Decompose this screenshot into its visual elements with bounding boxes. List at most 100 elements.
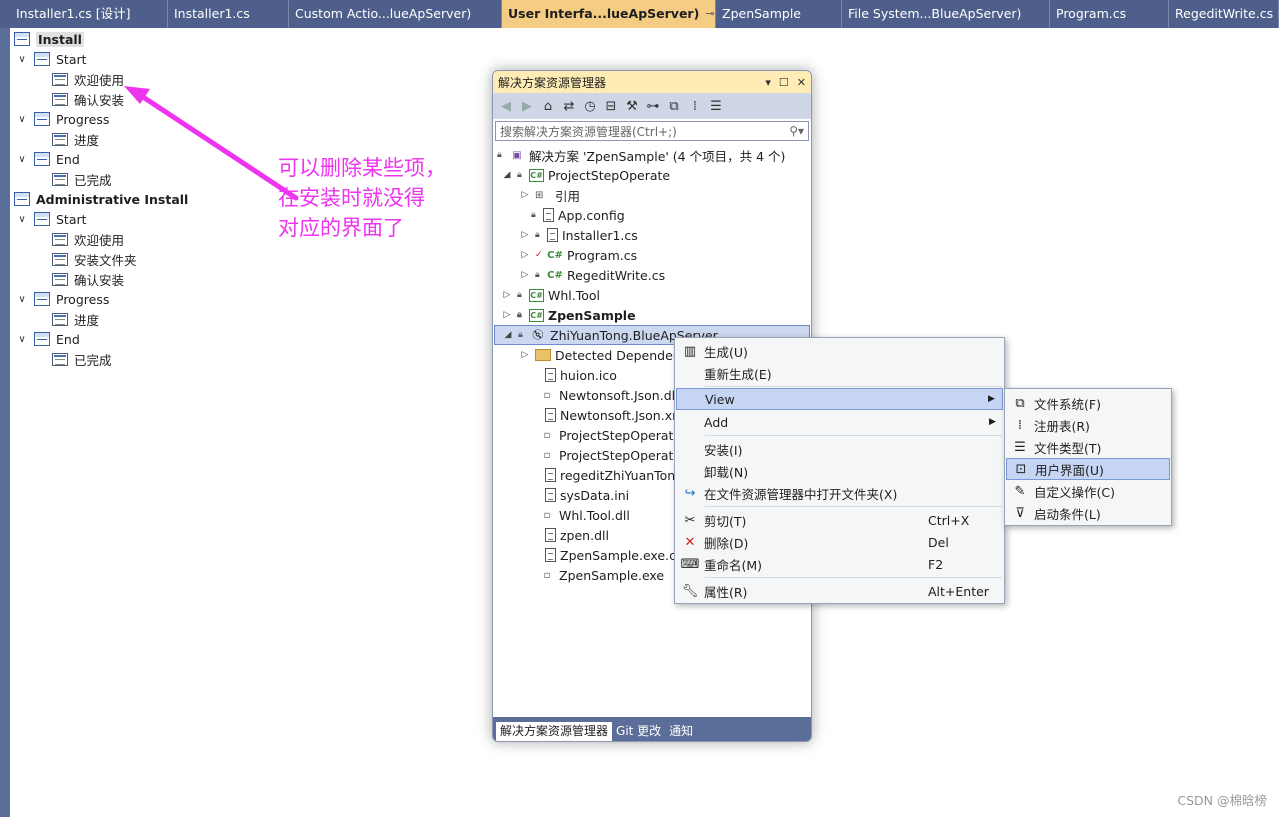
submenu-arrow-icon: ▶ xyxy=(988,394,995,404)
tree-row-file[interactable]: Newtonsoft.Json.xml xyxy=(545,405,688,425)
filesystem-icon[interactable]: ⧉ xyxy=(666,99,682,114)
menu-item-rebuild[interactable]: 重新生成(E) xyxy=(676,362,1003,384)
lock-icon: 🔒︎ xyxy=(518,330,523,340)
switch-views-icon[interactable]: ⇄ xyxy=(561,99,577,114)
assembly-icon: ▫︎ xyxy=(543,569,551,581)
csharp-project-icon: C# xyxy=(529,308,544,322)
menu-item-build[interactable]: ▥ 生成(U) xyxy=(676,340,1003,362)
row-label: Newtonsoft.Json.xml xyxy=(560,407,688,423)
menu-separator xyxy=(705,506,1002,507)
tab-solution-explorer[interactable]: 解决方案资源管理器 xyxy=(496,722,613,741)
build-icon: ▥ xyxy=(683,343,697,359)
chevron-right-icon[interactable]: ▷ xyxy=(519,270,531,280)
menu-item-add[interactable]: Add ▶ xyxy=(676,411,1003,433)
chevron-right-icon[interactable]: ▷ xyxy=(501,310,513,320)
menu-item-view[interactable]: View ▶ xyxy=(676,388,1003,410)
dropdown-icon[interactable]: ▾ xyxy=(765,76,771,89)
menu-label: View xyxy=(705,391,735,407)
tree-row-file[interactable]: ▷ 🔒︎ C# RegeditWrite.cs xyxy=(519,265,666,285)
file-icon xyxy=(545,468,556,482)
properties-icon[interactable]: ⚒ xyxy=(624,99,640,114)
tree-row-file[interactable]: ▫︎ ProjectStepOperate xyxy=(539,425,681,445)
tree-row-file[interactable]: ▫︎ Whl.Tool.dll xyxy=(539,505,630,525)
chevron-right-icon[interactable]: ▷ xyxy=(519,190,531,200)
tree-row-file[interactable]: huion.ico xyxy=(545,365,617,385)
tree-row-solution[interactable]: 🔒︎ ▣ 解决方案 'ZpenSample' (4 个项目，共 4 个) xyxy=(497,145,785,165)
submenu-item-launch-conditions[interactable]: ⊽ 启动条件(L) xyxy=(1006,502,1170,524)
tree-row-project[interactable]: ◢ 🔒︎ C# ProjectStepOperate xyxy=(501,165,671,185)
menu-item-delete[interactable]: ✕ 删除(D) Del xyxy=(676,531,1003,553)
tree-row-file[interactable]: ▷ ✓ C# Program.cs xyxy=(519,245,638,265)
tree-row-file[interactable]: 🔒︎ App.config xyxy=(531,205,625,225)
tree-row-file[interactable]: sysData.ini xyxy=(545,485,629,505)
submenu-item-custom-actions[interactable]: ✎ 自定义操作(C) xyxy=(1006,480,1170,502)
tree-row-file[interactable]: regeditZhiYuanTong xyxy=(545,465,683,485)
menu-label: 生成(U) xyxy=(704,344,748,360)
csharp-file-icon: C# xyxy=(547,249,563,261)
shortcut-label: Del xyxy=(928,534,949,550)
tree-row-project[interactable]: ▷ 🔒︎ C# ZpenSample xyxy=(501,305,636,325)
chevron-expanded-icon[interactable]: ◢ xyxy=(501,170,513,180)
row-label: sysData.ini xyxy=(560,487,630,503)
chevron-right-icon[interactable]: ▷ xyxy=(519,350,531,360)
filesystem-icon: ⧉ xyxy=(1015,395,1025,411)
search-icon[interactable]: ⚲▾ xyxy=(789,124,804,138)
row-label: ProjectStepOperate xyxy=(559,427,682,443)
row-label: RegeditWrite.cs xyxy=(567,267,666,283)
chevron-right-icon[interactable]: ▷ xyxy=(501,290,513,300)
lock-icon: 🔒︎ xyxy=(517,310,522,320)
file-icon xyxy=(545,368,556,382)
search-placeholder: 搜索解决方案资源管理器(Ctrl+;) xyxy=(500,124,677,139)
filetypes-icon[interactable]: ☰ xyxy=(708,99,724,114)
tab-git-changes[interactable]: Git 更改 xyxy=(612,722,665,741)
row-label: regeditZhiYuanTong xyxy=(560,467,684,483)
file-icon xyxy=(545,488,556,502)
preview-icon[interactable]: ⊶ xyxy=(645,99,661,114)
history-icon[interactable]: ◷ xyxy=(582,99,598,114)
submenu-item-filesystem[interactable]: ⧉ 文件系统(F) xyxy=(1006,392,1170,414)
maximize-icon[interactable]: ☐ xyxy=(779,76,789,89)
tree-row-file[interactable]: ▫︎ ZpenSample.exe xyxy=(539,565,665,585)
menu-item-rename[interactable]: ⌨ 重命名(M) F2 xyxy=(676,553,1003,575)
submenu-item-user-interface[interactable]: ⊡ 用户界面(U) xyxy=(1006,458,1170,480)
lock-icon: 🔒︎ xyxy=(535,230,540,240)
menu-item-cut[interactable]: ✂ 剪切(T) Ctrl+X xyxy=(676,509,1003,531)
search-input[interactable]: 搜索解决方案资源管理器(Ctrl+;) ⚲▾ xyxy=(495,121,809,141)
tree-row-project[interactable]: ▷ 🔒︎ C# Whl.Tool xyxy=(501,285,600,305)
tree-row-file[interactable]: ▫︎ ProjectStepOperate xyxy=(539,445,681,465)
lock-icon: 🔒︎ xyxy=(497,150,502,160)
submenu-item-registry[interactable]: ⁞ 注册表(R) xyxy=(1006,414,1170,436)
home-icon[interactable]: ⌂ xyxy=(540,99,556,114)
chevron-expanded-icon[interactable]: ◢ xyxy=(502,330,514,340)
close-icon[interactable]: ✕ xyxy=(797,76,806,89)
menu-label: 属性(R) xyxy=(704,584,748,600)
collapse-icon[interactable]: ⊟ xyxy=(603,99,619,114)
submenu-item-filetypes[interactable]: ☰ 文件类型(T) xyxy=(1006,436,1170,458)
context-menu: ▥ 生成(U) 重新生成(E) View ▶ Add ▶ 安装(I) 卸载(N)… xyxy=(674,337,1005,604)
chevron-right-icon[interactable]: ▷ xyxy=(519,250,531,260)
lock-icon: 🔒︎ xyxy=(517,290,522,300)
panel-toolbar: ◀ ▶ ⌂ ⇄ ◷ ⊟ ⚒ ⊶ ⧉ ⁞ ☰ xyxy=(493,93,811,119)
filetypes-icon: ☰ xyxy=(1014,439,1026,455)
menu-label: 自定义操作(C) xyxy=(1034,484,1115,500)
tree-row-file[interactable]: zpen.dll xyxy=(545,525,609,545)
forward-icon[interactable]: ▶ xyxy=(519,99,535,114)
annotation-line: 在安装时就没得 xyxy=(278,186,425,210)
tab-notifications[interactable]: 通知 xyxy=(665,722,697,741)
csharp-file-icon: C# xyxy=(547,269,563,281)
tree-row-file[interactable]: ▫︎ Newtonsoft.Json.dll xyxy=(539,385,679,405)
tree-row-file[interactable]: ▷ 🔒︎ Installer1.cs xyxy=(519,225,638,245)
lock-icon: 🔒︎ xyxy=(531,210,536,220)
row-label: Whl.Tool xyxy=(548,287,601,303)
menu-label: 用户界面(U) xyxy=(1035,462,1104,478)
assembly-icon: ▫︎ xyxy=(543,449,551,461)
back-icon[interactable]: ◀ xyxy=(498,99,514,114)
menu-item-install[interactable]: 安装(I) xyxy=(676,438,1003,460)
menu-item-uninstall[interactable]: 卸载(N) xyxy=(676,460,1003,482)
menu-item-properties[interactable]: 🔧︎ 属性(R) Alt+Enter xyxy=(676,580,1003,602)
custom-actions-icon: ✎ xyxy=(1014,483,1026,499)
menu-item-open-folder[interactable]: ↪ 在文件资源管理器中打开文件夹(X) xyxy=(676,482,1003,504)
registry-icon[interactable]: ⁞ xyxy=(687,99,703,114)
tree-row-references[interactable]: ▷ ⊞ 引用 xyxy=(519,185,580,205)
chevron-right-icon[interactable]: ▷ xyxy=(519,230,531,240)
